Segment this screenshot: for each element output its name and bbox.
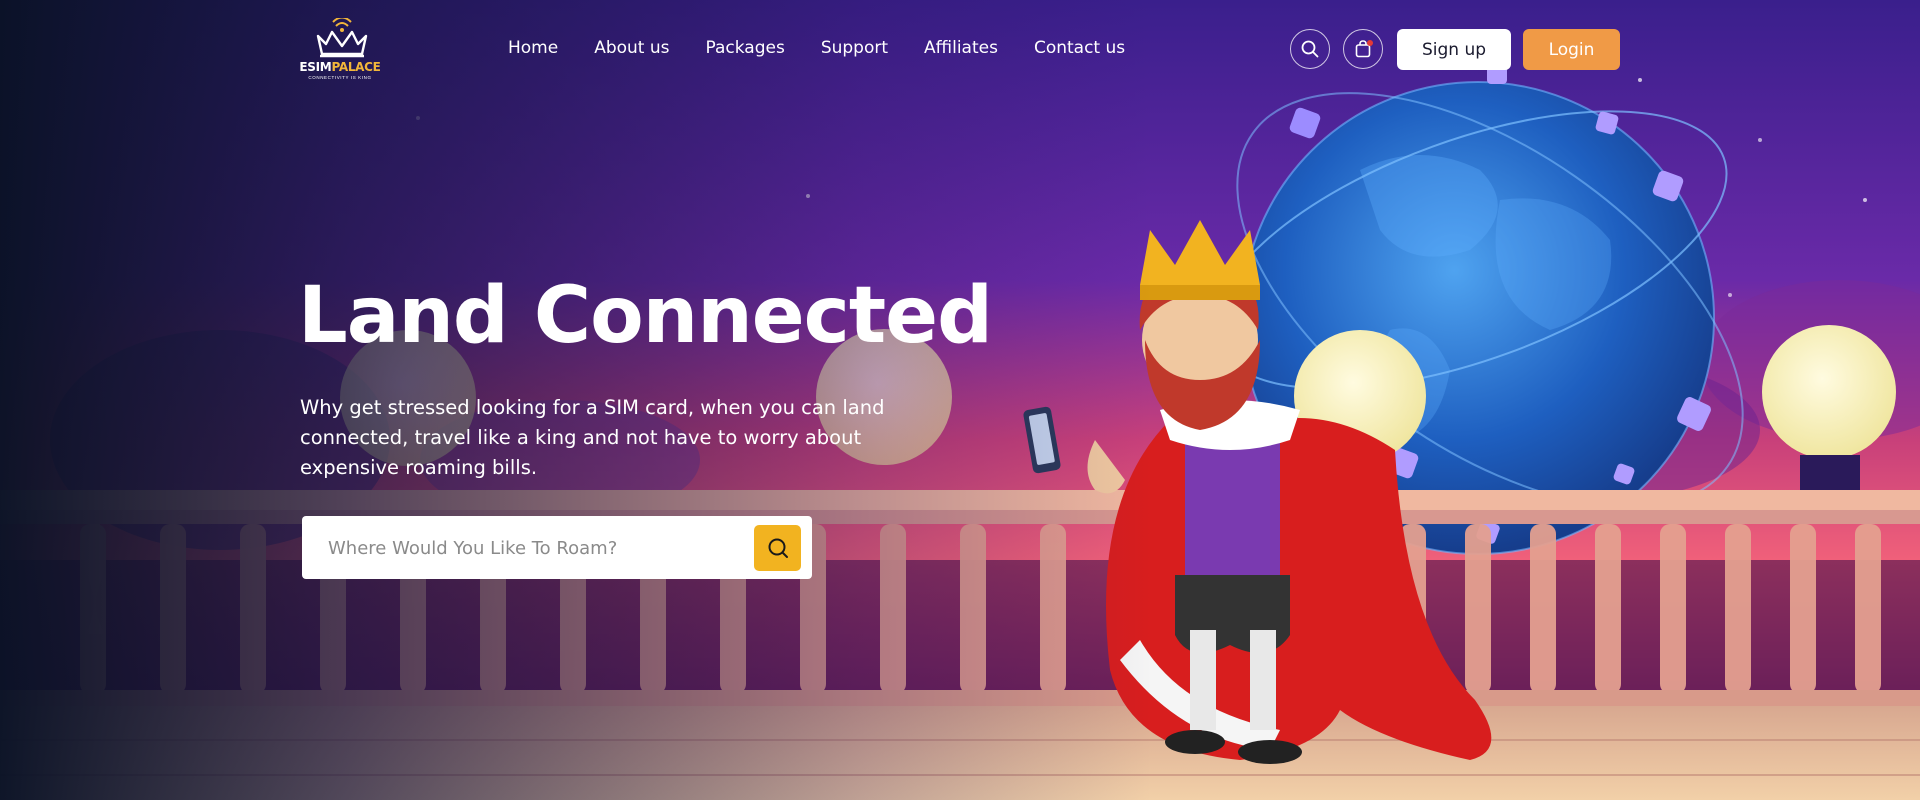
header-search-button[interactable]	[1290, 29, 1330, 69]
nav-home[interactable]: Home	[508, 38, 558, 58]
brand-logo[interactable]: ESIMPALACE CONNECTIVITY IS KING	[298, 18, 382, 82]
search-icon	[768, 538, 788, 558]
nav-packages[interactable]: Packages	[706, 38, 785, 58]
destination-search-button[interactable]	[754, 525, 801, 571]
nav-contact-us[interactable]: Contact us	[1034, 38, 1125, 58]
hero-dark-gradient	[0, 0, 1920, 800]
destination-search-input[interactable]	[326, 526, 770, 571]
brand-tagline: CONNECTIVITY IS KING	[308, 75, 372, 80]
cart-notification-dot	[1367, 40, 1373, 46]
nav-about-us[interactable]: About us	[594, 38, 669, 58]
login-button[interactable]: Login	[1523, 29, 1620, 70]
brand-wordmark: ESIMPALACE	[299, 60, 381, 74]
destination-search	[302, 516, 812, 579]
header-cart-button[interactable]	[1343, 29, 1383, 69]
hero-section: ESIMPALACE CONNECTIVITY IS KING Home Abo…	[0, 0, 1920, 800]
crown-wifi-icon	[316, 18, 368, 58]
main-navigation: Home About us Packages Support Affiliate…	[508, 38, 1125, 58]
nav-affiliates[interactable]: Affiliates	[924, 38, 998, 58]
search-icon	[1301, 40, 1319, 58]
hero-subtitle: Why get stressed looking for a SIM card,…	[300, 396, 885, 479]
signup-button[interactable]: Sign up	[1397, 29, 1511, 70]
hero-title: Land Connected	[298, 271, 993, 361]
nav-support[interactable]: Support	[821, 38, 888, 58]
